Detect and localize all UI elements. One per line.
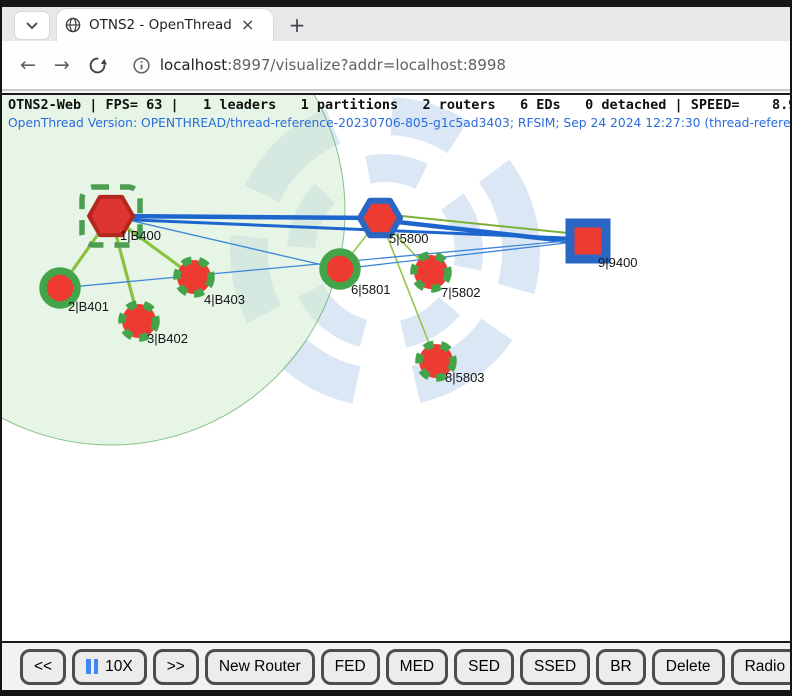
link-1-5 bbox=[111, 216, 380, 218]
tab-otns2[interactable]: OTNS2 - OpenThread Ne × bbox=[56, 8, 274, 41]
node-label-4: 4|B403 bbox=[204, 292, 245, 307]
speed-button[interactable]: 10X bbox=[72, 649, 147, 685]
globe-icon bbox=[65, 17, 81, 33]
tab-search-button[interactable] bbox=[14, 11, 50, 40]
med-button[interactable]: MED bbox=[386, 649, 448, 685]
window-top-strip bbox=[0, 0, 792, 7]
button-label: 10X bbox=[105, 658, 133, 676]
button-label: FED bbox=[335, 658, 366, 676]
node-label-1: 1|B400 bbox=[120, 228, 161, 243]
node-label-5: 5|5800 bbox=[389, 231, 429, 246]
reload-icon[interactable] bbox=[88, 56, 107, 75]
button-label: << bbox=[34, 658, 52, 676]
site-info-icon[interactable] bbox=[133, 57, 150, 74]
node-label-7: 7|5802 bbox=[441, 285, 481, 300]
tab-title: OTNS2 - OpenThread Ne bbox=[89, 17, 237, 33]
node-label-3: 3|B402 bbox=[147, 331, 188, 346]
tab-strip: OTNS2 - OpenThread Ne × + bbox=[2, 7, 790, 41]
status-line: OTNS2-Web | FPS= 63 | 1 leaders 1 partit… bbox=[8, 97, 790, 113]
node-label-9: 9|9400 bbox=[598, 255, 638, 270]
bottom-toolbar: << 10X >> New Router FED MED SED SSED BR Delete Ra… bbox=[2, 643, 790, 690]
tab-close-icon[interactable]: × bbox=[241, 17, 254, 33]
simulation-canvas[interactable]: OTNS2-Web | FPS= 63 | 1 leaders 1 partit… bbox=[2, 95, 790, 641]
button-label: SSED bbox=[534, 658, 576, 676]
step-back-button[interactable]: << bbox=[20, 649, 66, 685]
node-label-2: 2|B401 bbox=[68, 299, 109, 314]
forward-icon[interactable]: → bbox=[54, 56, 70, 75]
browser-toolbar: ← → localhost:8997/visualize?addr=localh… bbox=[2, 41, 790, 89]
node-9[interactable] bbox=[570, 223, 606, 259]
button-label: Delete bbox=[666, 658, 711, 676]
back-icon[interactable]: ← bbox=[20, 56, 36, 75]
button-label: SED bbox=[468, 658, 500, 676]
button-label: BR bbox=[610, 658, 632, 676]
new-tab-button[interactable]: + bbox=[284, 13, 310, 37]
new-router-button[interactable]: New Router bbox=[205, 649, 315, 685]
button-label: Radio Off bbox=[745, 658, 790, 676]
url-path: :8997/visualize?addr=localhost:8998 bbox=[227, 56, 506, 74]
button-label: MED bbox=[400, 658, 434, 676]
step-forward-button[interactable]: >> bbox=[153, 649, 199, 685]
address-bar[interactable]: localhost:8997/visualize?addr=localhost:… bbox=[160, 56, 506, 74]
sed-button[interactable]: SED bbox=[454, 649, 514, 685]
br-button[interactable]: BR bbox=[596, 649, 646, 685]
radio-off-button[interactable]: Radio Off bbox=[731, 649, 790, 685]
node-7[interactable] bbox=[414, 255, 448, 289]
button-label: >> bbox=[167, 658, 185, 676]
chevron-down-icon bbox=[26, 22, 38, 30]
node-label-8: 8|5803 bbox=[445, 370, 485, 385]
delete-button[interactable]: Delete bbox=[652, 649, 725, 685]
url-host: localhost bbox=[160, 56, 227, 74]
network-graph: 1|B400 2|B401 3|B402 4|B403 5|5800 6|5801 7|58… bbox=[2, 95, 790, 641]
node-label-6: 6|5801 bbox=[351, 282, 391, 297]
ssed-button[interactable]: SSED bbox=[520, 649, 590, 685]
fed-button[interactable]: FED bbox=[321, 649, 380, 685]
button-label: New Router bbox=[219, 658, 301, 676]
node-4[interactable] bbox=[177, 260, 211, 294]
window-bottom-strip bbox=[0, 690, 792, 696]
browser-window: OTNS2 - OpenThread Ne × + ← → localhost:… bbox=[0, 0, 792, 696]
node-6[interactable] bbox=[323, 252, 357, 286]
pause-icon bbox=[86, 659, 98, 674]
version-line: OpenThread Version: OPENTHREAD/thread-re… bbox=[8, 116, 790, 130]
